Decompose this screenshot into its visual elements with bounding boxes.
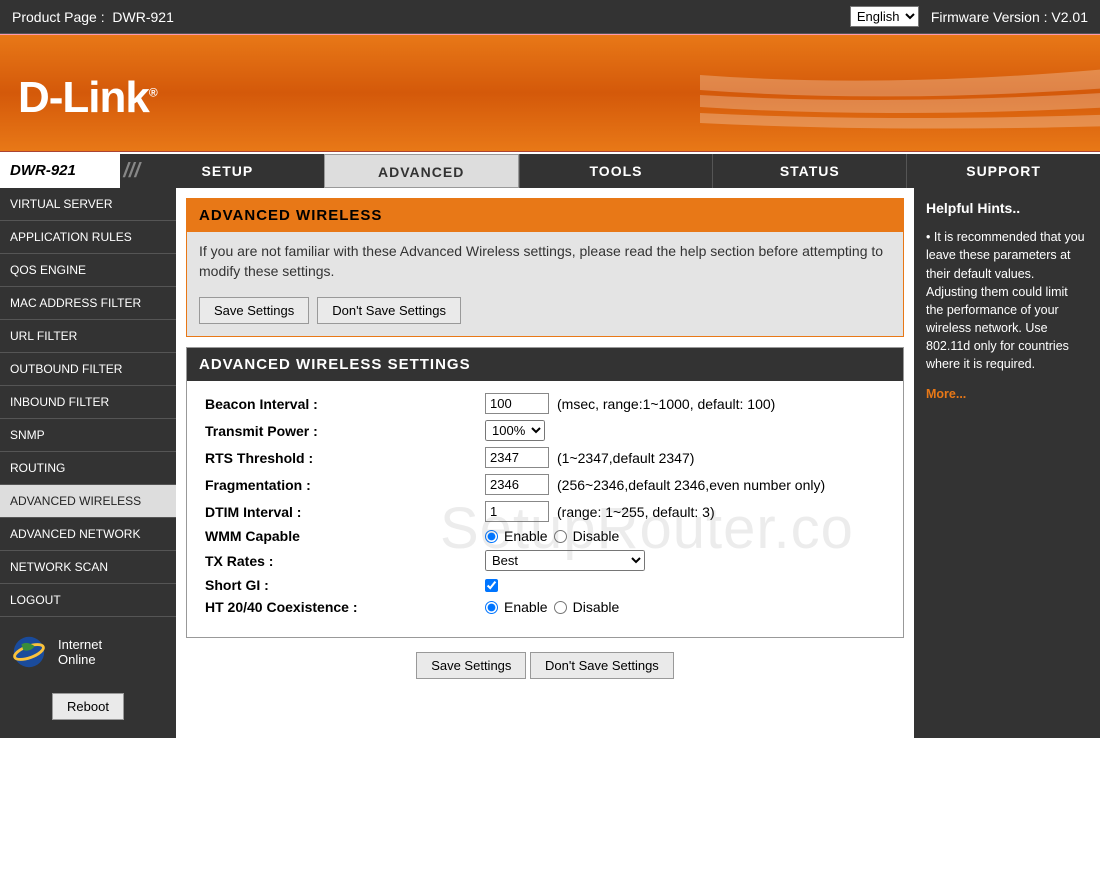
- transmit-power-label: Transmit Power :: [205, 423, 485, 439]
- wmm-enable-radio[interactable]: [485, 530, 498, 543]
- sidebar-item-network-scan[interactable]: NETWORK SCAN: [0, 551, 176, 584]
- ht-2040-disable-radio[interactable]: [554, 601, 567, 614]
- product-model: DWR-921: [112, 9, 173, 25]
- hints-more-link[interactable]: More...: [926, 385, 966, 403]
- sidebar-item-url-filter[interactable]: URL FILTER: [0, 320, 176, 353]
- tab-status[interactable]: STATUS: [712, 154, 906, 188]
- tx-rates-label: TX Rates :: [205, 553, 485, 569]
- model-slashes-graphic: ///: [123, 160, 140, 183]
- brand-logo: D-Link®: [18, 73, 157, 123]
- ht-2040-disable-label: Disable: [573, 599, 620, 615]
- wmm-enable-label: Enable: [504, 528, 548, 544]
- ht-2040-enable-label: Enable: [504, 599, 548, 615]
- short-gi-label: Short GI :: [205, 577, 485, 593]
- dont-save-settings-button-bottom[interactable]: Don't Save Settings: [530, 652, 674, 679]
- language-select[interactable]: English: [850, 6, 919, 27]
- sidebar-item-advanced-network[interactable]: ADVANCED NETWORK: [0, 518, 176, 551]
- internet-status: Internet Online: [0, 617, 176, 687]
- main-tab-row: DWR-921 /// SETUP ADVANCED TOOLS STATUS …: [0, 152, 1100, 188]
- beacon-interval-hint: (msec, range:1~1000, default: 100): [557, 396, 775, 412]
- sidebar-item-mac-address-filter[interactable]: MAC ADDRESS FILTER: [0, 287, 176, 320]
- dtim-interval-hint: (range: 1~255, default: 3): [557, 504, 715, 520]
- product-page-label: Product Page : DWR-921: [12, 9, 850, 25]
- wmm-disable-radio[interactable]: [554, 530, 567, 543]
- hints-body: • It is recommended that you leave these…: [926, 228, 1088, 373]
- model-tab: DWR-921 ///: [0, 154, 130, 188]
- sidebar-item-qos-engine[interactable]: QOS ENGINE: [0, 254, 176, 287]
- sidebar-item-application-rules[interactable]: APPLICATION RULES: [0, 221, 176, 254]
- top-bar: Product Page : DWR-921 English Firmware …: [0, 0, 1100, 34]
- ht-2040-enable-radio[interactable]: [485, 601, 498, 614]
- globe-icon: [10, 633, 48, 671]
- beacon-interval-label: Beacon Interval :: [205, 396, 485, 412]
- tab-support[interactable]: SUPPORT: [906, 154, 1100, 188]
- tx-rates-select[interactable]: Best: [485, 550, 645, 571]
- sidebar-item-inbound-filter[interactable]: INBOUND FILTER: [0, 386, 176, 419]
- sidebar-item-outbound-filter[interactable]: OUTBOUND FILTER: [0, 353, 176, 386]
- sidebar-item-logout[interactable]: LOGOUT: [0, 584, 176, 617]
- transmit-power-select[interactable]: 100%: [485, 420, 545, 441]
- brand-banner: D-Link®: [0, 34, 1100, 152]
- main-content: ADVANCED WIRELESS If you are not familia…: [176, 188, 914, 738]
- wmm-disable-label: Disable: [573, 528, 620, 544]
- helpful-hints-panel: Helpful Hints.. • It is recommended that…: [914, 188, 1100, 738]
- internet-status-line1: Internet: [58, 637, 102, 652]
- dtim-interval-input[interactable]: [485, 501, 549, 522]
- save-settings-button-bottom[interactable]: Save Settings: [416, 652, 526, 679]
- short-gi-checkbox[interactable]: [485, 579, 498, 592]
- settings-title: ADVANCED WIRELESS SETTINGS: [187, 348, 903, 381]
- wmm-capable-label: WMM Capable: [205, 528, 485, 544]
- fragmentation-hint: (256~2346,default 2346,even number only): [557, 477, 825, 493]
- panel-title: ADVANCED WIRELESS: [187, 199, 903, 232]
- fragmentation-label: Fragmentation :: [205, 477, 485, 493]
- save-settings-button-top[interactable]: Save Settings: [199, 297, 309, 324]
- hints-title: Helpful Hints..: [926, 198, 1088, 218]
- tab-advanced[interactable]: ADVANCED: [324, 154, 519, 188]
- warning-text: If you are not familiar with these Advan…: [187, 232, 903, 291]
- internet-status-line2: Online: [58, 652, 102, 667]
- sidebar-item-advanced-wireless[interactable]: ADVANCED WIRELESS: [0, 485, 176, 518]
- tab-tools[interactable]: TOOLS: [519, 154, 713, 188]
- advanced-wireless-settings-panel: ADVANCED WIRELESS SETTINGS Beacon Interv…: [186, 347, 904, 638]
- sidebar-item-snmp[interactable]: SNMP: [0, 419, 176, 452]
- rts-threshold-hint: (1~2347,default 2347): [557, 450, 694, 466]
- dtim-interval-label: DTIM Interval :: [205, 504, 485, 520]
- reboot-button[interactable]: Reboot: [52, 693, 124, 720]
- sidebar: VIRTUAL SERVER APPLICATION RULES QOS ENG…: [0, 188, 176, 738]
- advanced-wireless-panel: ADVANCED WIRELESS If you are not familia…: [186, 198, 904, 337]
- sidebar-item-routing[interactable]: ROUTING: [0, 452, 176, 485]
- firmware-version: Firmware Version : V2.01: [931, 9, 1088, 25]
- dont-save-settings-button-top[interactable]: Don't Save Settings: [317, 297, 461, 324]
- ht-2040-label: HT 20/40 Coexistence :: [205, 599, 485, 615]
- beacon-interval-input[interactable]: [485, 393, 549, 414]
- rts-threshold-label: RTS Threshold :: [205, 450, 485, 466]
- banner-swoosh-graphic: [700, 35, 1100, 152]
- fragmentation-input[interactable]: [485, 474, 549, 495]
- sidebar-item-virtual-server[interactable]: VIRTUAL SERVER: [0, 188, 176, 221]
- rts-threshold-input[interactable]: [485, 447, 549, 468]
